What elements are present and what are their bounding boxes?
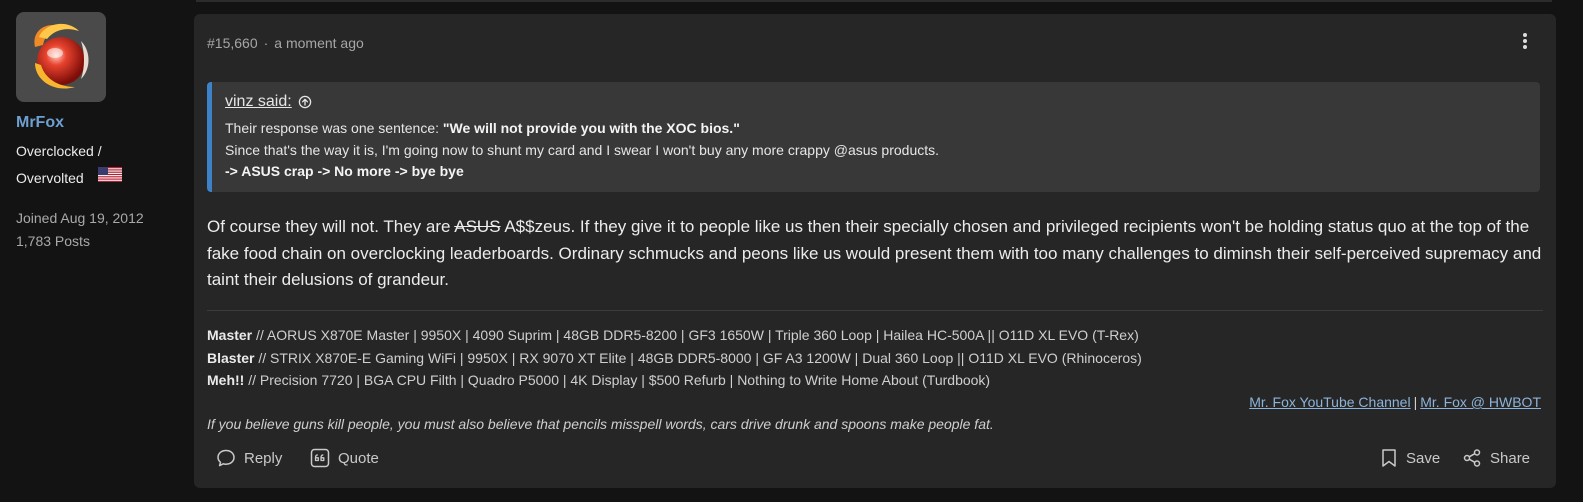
post-actions: Reply Quote Save Share: [216, 448, 1542, 472]
signature: Master // AORUS X870E Master | 9950X | 4…: [207, 324, 1543, 392]
quote-body: Their response was one sentence: "We wil…: [225, 118, 1526, 183]
reply-button[interactable]: Reply: [216, 448, 282, 468]
sig-link-separator: |: [1413, 394, 1418, 410]
post-body: Of course they will not. They are ASUS A…: [207, 214, 1547, 294]
quote-author[interactable]: vinz said:: [225, 93, 292, 111]
quote-line-1: Their response was one sentence: "We wil…: [225, 118, 1526, 140]
quote-block: vinz said: Their response was one senten…: [207, 82, 1540, 192]
save-label: Save: [1406, 449, 1441, 467]
sig-rig-3-name: Meh!!: [207, 372, 245, 388]
fox-logo-icon: [34, 23, 89, 89]
top-divider: [196, 0, 1552, 2]
header-separator: ·: [263, 35, 269, 51]
sig-rig-1-name: Master: [207, 327, 253, 343]
post-body-strike: ASUS: [454, 217, 501, 236]
share-label: Share: [1490, 449, 1531, 467]
signature-links: Mr. Fox YouTube Channel | Mr. Fox @ HWBOT: [1249, 394, 1541, 410]
username[interactable]: MrFox: [16, 114, 181, 132]
joined-date: Joined Aug 19, 2012: [16, 210, 144, 226]
avatar[interactable]: [16, 12, 106, 102]
user-meta: Joined Aug 19, 2012 1,783 Posts: [16, 207, 181, 253]
sig-rig-3: Meh!! // Precision 7720 | BGA CPU Filth …: [207, 369, 1543, 392]
jump-to-quote-icon[interactable]: [298, 95, 312, 109]
post-menu-icon[interactable]: [1520, 32, 1530, 50]
user-info: MrFox Overclocked / Overvolted Joined Au…: [16, 12, 181, 253]
post-count: 1,783 Posts: [16, 233, 90, 249]
post-time[interactable]: a moment ago: [274, 35, 364, 51]
save-button[interactable]: Save: [1380, 448, 1440, 468]
signature-quote: If you believe guns kill people, you mus…: [207, 416, 994, 432]
quote-button[interactable]: Quote: [310, 448, 379, 468]
youtube-channel-link[interactable]: Mr. Fox YouTube Channel: [1249, 394, 1410, 410]
quote-author-link[interactable]: vinz said:: [225, 93, 312, 111]
sig-rig-1-spec: // AORUS X870E Master | 9950X | 4090 Sup…: [252, 327, 1139, 343]
quote-line-1-text: Their response was one sentence:: [225, 120, 443, 136]
share-icon: [1463, 449, 1481, 467]
post-card: #15,660 · a moment ago vinz said: Their …: [194, 14, 1556, 488]
quote-line-2: Since that's the way it is, I'm going no…: [225, 141, 940, 158]
user-title-line2: Overvolted: [16, 165, 181, 192]
sig-rig-1: Master // AORUS X870E Master | 9950X | 4…: [207, 324, 1543, 347]
us-flag-icon: [97, 164, 122, 191]
sig-rig-2-spec: // STRIX X870E-E Gaming WiFi | 9950X | R…: [254, 349, 1142, 366]
user-title: Overclocked / Overvolted: [16, 138, 181, 192]
quote-line-1-bold: "We will not provide you with the XOC bi…: [442, 120, 740, 136]
share-button[interactable]: Share: [1462, 448, 1530, 468]
quote-line-3: -> ASUS crap -> No more -> bye bye: [225, 161, 1526, 183]
reply-label: Reply: [244, 449, 283, 467]
reply-icon: [217, 449, 235, 467]
bookmark-icon: [1382, 449, 1396, 467]
post-number[interactable]: #15,660: [207, 35, 258, 51]
quote-icon: [310, 448, 330, 468]
sig-rig-2-name: Blaster: [207, 349, 255, 366]
quote-line-3-bold: -> ASUS crap -> No more -> bye bye: [225, 163, 464, 179]
quote-label: Quote: [338, 449, 379, 467]
hwbot-link[interactable]: Mr. Fox @ HWBOT: [1420, 394, 1541, 410]
signature-divider: [207, 310, 1543, 311]
sig-rig-3-spec: // Precision 7720 | BGA CPU Filth | Quad…: [244, 372, 991, 388]
user-title-line2-text: Overvolted: [16, 170, 84, 186]
post-body-prefix: Of course they will not. They are: [207, 217, 455, 236]
user-title-line1: Overclocked /: [16, 143, 102, 159]
sig-rig-2: Blaster // STRIX X870E-E Gaming WiFi | 9…: [207, 347, 1543, 370]
post-header: #15,660 · a moment ago: [207, 35, 364, 51]
